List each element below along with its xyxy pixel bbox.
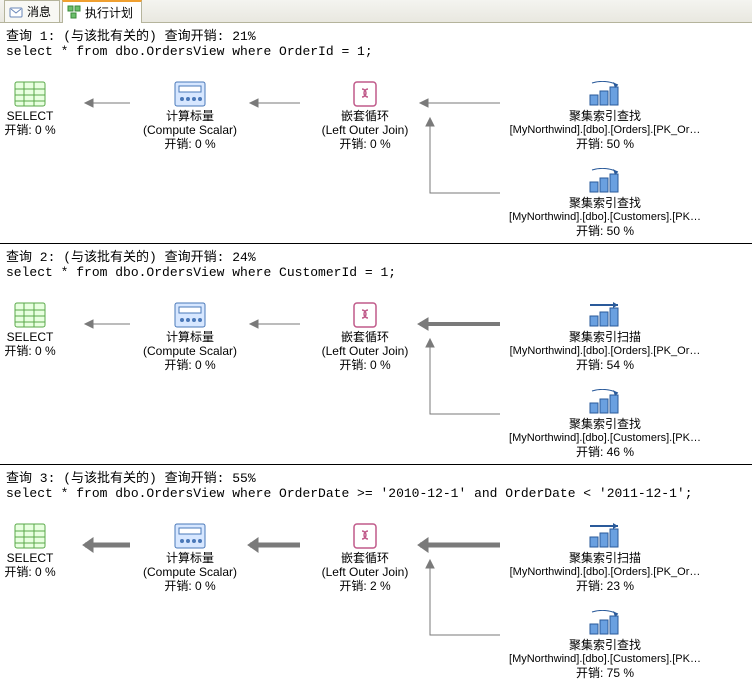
plan-node-index-seek-orders[interactable]: 聚集索引查找 [MyNorthwind].[dbo].[Orders].[PK_… (490, 81, 720, 151)
loop-sub: (Left Outer Join) (285, 565, 445, 579)
compute-cost: 开销: 0 % (110, 137, 270, 151)
query-1-header: 查询 1: (与该批有关的) 查询开销: 21% (0, 23, 752, 44)
scan-detail: [MyNorthwind].[dbo].[Orders].[PK_Or… (490, 565, 720, 579)
plan-node-nested-loop[interactable]: 嵌套循环 (Left Outer Join) 开销: 0 % (285, 81, 445, 151)
plan-node-index-seek-customers[interactable]: 聚集索引查找 [MyNorthwind].[dbo].[Customers].[… (490, 610, 720, 680)
compute-cost: 开销: 0 % (110, 579, 270, 593)
tab-execution-plan[interactable]: 执行计划 (62, 0, 142, 23)
tab-messages-label: 消息 (27, 3, 51, 20)
clustered-index-seek-icon (490, 168, 720, 194)
compute-sub: (Compute Scalar) (110, 123, 270, 137)
loop-sub: (Left Outer Join) (285, 344, 445, 358)
loop-sub: (Left Outer Join) (285, 123, 445, 137)
nested-loop-icon (285, 81, 445, 107)
nested-loop-icon (285, 523, 445, 549)
plan-node-index-seek-customers[interactable]: 聚集索引查找 [MyNorthwind].[dbo].[Customers].[… (490, 389, 720, 459)
plan-node-compute-scalar[interactable]: 计算标量 (Compute Scalar) 开销: 0 % (110, 302, 270, 372)
tab-bar: 消息 执行计划 (0, 0, 752, 23)
select-icon (0, 523, 100, 549)
seek2-title: 聚集索引查找 (490, 196, 720, 210)
seek2-detail: [MyNorthwind].[dbo].[Customers].[PK… (490, 431, 720, 445)
seek2-cost: 开销: 46 % (490, 445, 720, 459)
loop-cost: 开销: 0 % (285, 137, 445, 151)
plan-node-select[interactable]: SELECT 开销: 0 % (0, 523, 100, 579)
seek2-detail: [MyNorthwind].[dbo].[Customers].[PK… (490, 210, 720, 224)
clustered-index-scan-icon (490, 302, 720, 328)
loop-title: 嵌套循环 (285, 109, 445, 123)
plan-node-nested-loop[interactable]: 嵌套循环 (Left Outer Join) 开销: 2 % (285, 523, 445, 593)
select-icon (0, 81, 100, 107)
execution-plan-panel: 查询 1: (与该批有关的) 查询开销: 21% select * from d… (0, 23, 752, 680)
select-cost: 开销: 0 % (0, 123, 100, 137)
plan-node-nested-loop[interactable]: 嵌套循环 (Left Outer Join) 开销: 0 % (285, 302, 445, 372)
query-3-plan[interactable]: SELECT 开销: 0 % 计算标量 (Compute Scalar) 开销:… (0, 505, 752, 680)
plan-node-compute-scalar[interactable]: 计算标量 (Compute Scalar) 开销: 0 % (110, 81, 270, 151)
seek2-title: 聚集索引查找 (490, 638, 720, 652)
scan-title: 聚集索引扫描 (490, 551, 720, 565)
seek-title: 聚集索引查找 (490, 109, 720, 123)
select-title: SELECT (0, 330, 100, 344)
query-2-plan[interactable]: SELECT 开销: 0 % 计算标量 (Compute Scalar) 开销:… (0, 284, 752, 464)
nested-loop-icon (285, 302, 445, 328)
select-cost: 开销: 0 % (0, 344, 100, 358)
clustered-index-seek-icon (490, 81, 720, 107)
compute-title: 计算标量 (110, 551, 270, 565)
loop-title: 嵌套循环 (285, 551, 445, 565)
seek2-cost: 开销: 75 % (490, 666, 720, 680)
query-block-2: 查询 2: (与该批有关的) 查询开销: 24% select * from d… (0, 244, 752, 465)
clustered-index-seek-icon (490, 610, 720, 636)
compute-scalar-icon (110, 81, 270, 107)
compute-sub: (Compute Scalar) (110, 565, 270, 579)
seek2-detail: [MyNorthwind].[dbo].[Customers].[PK… (490, 652, 720, 666)
scan-detail: [MyNorthwind].[dbo].[Orders].[PK_Or… (490, 344, 720, 358)
plan-node-select[interactable]: SELECT 开销: 0 % (0, 81, 100, 137)
compute-scalar-icon (110, 302, 270, 328)
query-2-header: 查询 2: (与该批有关的) 查询开销: 24% (0, 244, 752, 265)
loop-cost: 开销: 2 % (285, 579, 445, 593)
plan-node-index-scan-orders[interactable]: 聚集索引扫描 [MyNorthwind].[dbo].[Orders].[PK_… (490, 523, 720, 593)
select-title: SELECT (0, 109, 100, 123)
query-1-plan[interactable]: SELECT 开销: 0 % 计算标量 (Compute Scalar) 开销:… (0, 63, 752, 243)
select-title: SELECT (0, 551, 100, 565)
query-3-header: 查询 3: (与该批有关的) 查询开销: 55% (0, 465, 752, 486)
seek2-title: 聚集索引查找 (490, 417, 720, 431)
execution-plan-icon (67, 5, 81, 19)
query-2-sql: select * from dbo.OrdersView where Custo… (0, 265, 752, 284)
select-icon (0, 302, 100, 328)
scan-cost: 开销: 54 % (490, 358, 720, 372)
messages-icon (9, 5, 23, 19)
clustered-index-seek-icon (490, 389, 720, 415)
loop-cost: 开销: 0 % (285, 358, 445, 372)
tab-execution-plan-label: 执行计划 (85, 4, 133, 21)
plan-node-compute-scalar[interactable]: 计算标量 (Compute Scalar) 开销: 0 % (110, 523, 270, 593)
scan-title: 聚集索引扫描 (490, 330, 720, 344)
plan-node-index-scan-orders[interactable]: 聚集索引扫描 [MyNorthwind].[dbo].[Orders].[PK_… (490, 302, 720, 372)
plan-node-select[interactable]: SELECT 开销: 0 % (0, 302, 100, 358)
seek-detail: [MyNorthwind].[dbo].[Orders].[PK_Or… (490, 123, 720, 137)
compute-cost: 开销: 0 % (110, 358, 270, 372)
plan-node-index-seek-customers[interactable]: 聚集索引查找 [MyNorthwind].[dbo].[Customers].[… (490, 168, 720, 238)
seek2-cost: 开销: 50 % (490, 224, 720, 238)
compute-scalar-icon (110, 523, 270, 549)
compute-title: 计算标量 (110, 109, 270, 123)
clustered-index-scan-icon (490, 523, 720, 549)
loop-title: 嵌套循环 (285, 330, 445, 344)
query-3-sql: select * from dbo.OrdersView where Order… (0, 486, 752, 505)
compute-sub: (Compute Scalar) (110, 344, 270, 358)
seek-cost: 开销: 50 % (490, 137, 720, 151)
select-cost: 开销: 0 % (0, 565, 100, 579)
tab-messages[interactable]: 消息 (4, 0, 60, 22)
query-block-1: 查询 1: (与该批有关的) 查询开销: 21% select * from d… (0, 23, 752, 244)
query-block-3: 查询 3: (与该批有关的) 查询开销: 55% select * from d… (0, 465, 752, 680)
compute-title: 计算标量 (110, 330, 270, 344)
scan-cost: 开销: 23 % (490, 579, 720, 593)
query-1-sql: select * from dbo.OrdersView where Order… (0, 44, 752, 63)
